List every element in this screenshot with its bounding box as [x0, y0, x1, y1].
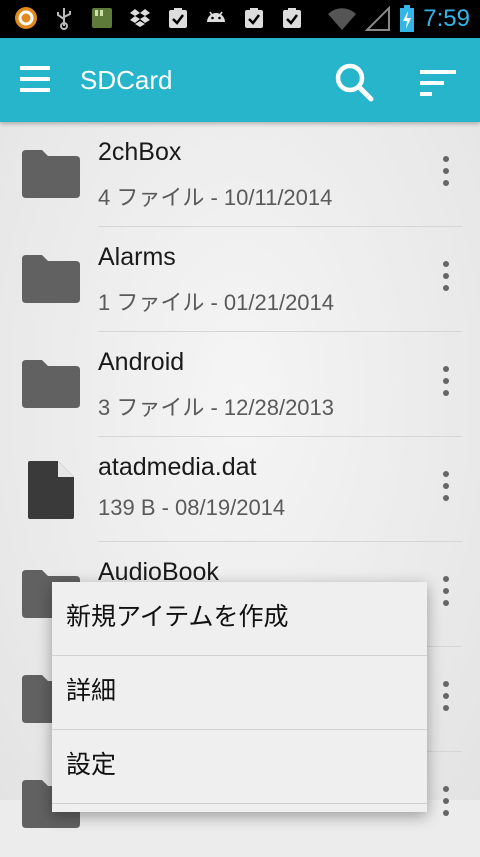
folder-icon	[22, 150, 80, 198]
notification-icons	[14, 6, 304, 30]
file-name: atadmedia.dat	[98, 453, 257, 481]
signal-icon	[365, 6, 391, 31]
notification-circle-icon	[15, 7, 37, 29]
overflow-popup-menu: 新規アイテムを作成 詳細 設定	[52, 582, 427, 812]
app-toolbar: SDCard	[0, 38, 480, 122]
list-item[interactable]: 2chBox 4 ファイル - 10/11/2014	[0, 122, 480, 227]
overflow-menu-icon[interactable]	[434, 471, 458, 505]
overflow-menu-icon[interactable]	[434, 786, 458, 820]
file-meta: 1 ファイル - 01/21/2014	[98, 290, 335, 315]
file-meta: 4 ファイル - 10/11/2014	[98, 185, 333, 210]
menu-item-settings[interactable]: 設定	[52, 730, 427, 804]
overflow-menu-icon[interactable]	[434, 156, 458, 190]
status-bar: 7:59	[0, 0, 480, 38]
dropbox-icon	[130, 9, 150, 27]
overflow-menu-icon[interactable]	[434, 576, 458, 610]
folder-icon	[22, 255, 80, 303]
system-icons: 7:59	[327, 4, 470, 34]
list-item[interactable]: Android 3 ファイル - 12/28/2013	[0, 332, 480, 437]
android-icon	[207, 11, 225, 22]
clipboard-check-icon	[169, 8, 187, 28]
overflow-menu-icon[interactable]	[434, 681, 458, 715]
folder-icon	[22, 360, 80, 408]
clipboard-check-icon	[245, 8, 263, 28]
file-name: Alarms	[98, 243, 176, 271]
file-meta: 3 ファイル - 12/28/2013	[98, 395, 335, 420]
battery-icon	[400, 5, 415, 32]
wifi-icon	[328, 8, 357, 30]
list-item[interactable]: Alarms 1 ファイル - 01/21/2014	[0, 227, 480, 332]
clock: 7:59	[423, 5, 470, 32]
file-name: Android	[98, 348, 185, 376]
hamburger-menu-icon[interactable]	[20, 66, 56, 94]
sort-icon[interactable]	[418, 66, 458, 100]
overflow-menu-icon[interactable]	[434, 261, 458, 295]
usb-icon	[57, 8, 71, 30]
list-item[interactable]: atadmedia.dat 139 B - 08/19/2014	[0, 437, 480, 542]
menu-item-create-new[interactable]: 新規アイテムを作成	[52, 582, 427, 656]
file-icon	[28, 461, 74, 519]
page-title: SDCard	[80, 65, 173, 95]
menu-item-details[interactable]: 詳細	[52, 656, 427, 730]
clipboard-check-icon	[283, 8, 301, 28]
overflow-menu-icon[interactable]	[434, 366, 458, 400]
file-name: 2chBox	[98, 138, 182, 166]
search-icon[interactable]	[334, 62, 374, 102]
sd-card-icon	[92, 8, 112, 28]
file-meta: 139 B - 08/19/2014	[98, 495, 286, 520]
